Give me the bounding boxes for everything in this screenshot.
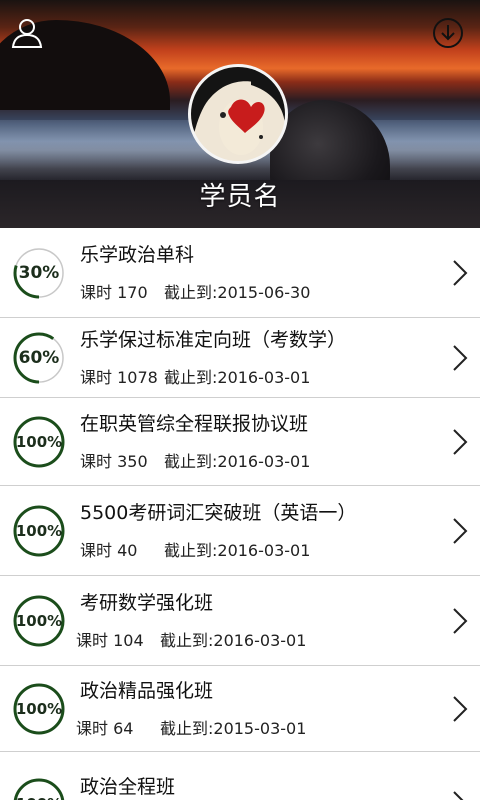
chevron-right-icon[interactable] [452,259,468,287]
progress-ring: 100% [12,594,66,648]
progress-ring: 100% [12,415,66,469]
course-item[interactable]: 60% 乐学保过标准定向班（考数学） 课时 1078 截止到:2016-03-01 [0,318,480,398]
progress-label: 30% [18,263,60,283]
course-title: 考研数学强化班 [80,592,214,614]
download-icon[interactable] [432,17,464,49]
avatar[interactable] [188,64,288,164]
chevron-right-icon[interactable] [452,695,468,723]
course-title: 在职英管综全程联报协议班 [80,413,309,435]
course-hours: 课时 64 [76,719,134,738]
chevron-right-icon[interactable] [452,517,468,545]
course-deadline: 截止到:2016-03-01 [160,631,307,650]
course-deadline: 截止到:2015-03-01 [160,719,307,738]
course-meta: 课时 104 截止到:2016-03-01 [76,627,306,651]
course-hours: 课时 1078 [80,368,158,387]
progress-ring: 30% [12,246,66,300]
progress-ring: 100% [12,682,66,736]
course-meta: 课时 40 截止到:2016-03-01 [80,537,310,561]
chevron-right-icon[interactable] [452,607,468,635]
progress-ring: 100% [12,504,66,558]
course-deadline: 截止到:2015-06-30 [164,283,311,302]
course-item[interactable]: 100% 政治精品强化班课时 64 截止到:2015-03-01 [0,666,480,752]
chevron-right-icon[interactable] [452,428,468,456]
course-title: 5500考研词汇突破班（英语一） [80,502,357,524]
course-hours: 课时 350 [80,452,148,471]
course-title: 政治全程班 [80,776,176,798]
avatar-image [191,67,285,161]
course-meta: 课时 170 截止到:2015-06-30 [80,279,310,303]
course-title: 政治精品强化班 [80,680,214,702]
profile-header: 学员名 [0,0,480,228]
course-item[interactable]: 100% 在职英管综全程联报协议班 课时 350 截止到:2016-03-01 [0,398,480,486]
progress-label: 100% [15,433,63,451]
student-name: 学员名 [199,182,281,212]
course-title: 乐学政治单科 [80,244,195,266]
course-meta: 课时 350 截止到:2016-03-01 [80,448,310,472]
course-hours: 课时 170 [80,283,148,302]
course-item[interactable]: 100% 5500考研词汇突破班（英语一） 课时 40 截止到:2016-03-01 [0,486,480,576]
course-item[interactable]: 30% 乐学政治单科 课时 170 截止到:2015-06-30 [0,228,480,318]
progress-label: 100% [15,700,63,718]
progress-ring: 60% [12,331,66,385]
course-deadline: 截止到:2016-03-01 [164,452,311,471]
course-meta: 课时 64 截止到:2015-03-01 [76,715,306,739]
course-deadline: 截止到:2016-03-01 [164,541,311,560]
course-item[interactable]: 100% 政治全程班 [0,752,480,800]
course-hours: 课时 40 [80,541,138,560]
chevron-right-icon[interactable] [452,344,468,372]
progress-label: 60% [18,348,60,368]
course-meta: 课时 1078 截止到:2016-03-01 [80,364,310,388]
course-deadline: 截止到:2016-03-01 [164,368,311,387]
progress-label: 100% [15,522,63,540]
profile-icon[interactable] [10,16,44,50]
progress-label: 100% [12,777,66,800]
course-hours: 课时 104 [76,631,144,650]
progress-ring: 100% [12,777,66,800]
progress-label: 100% [15,612,63,630]
course-title: 乐学保过标准定向班（考数学） [80,329,347,351]
course-item[interactable]: 100% 考研数学强化班课时 104 截止到:2016-03-01 [0,576,480,666]
chevron-right-icon[interactable] [452,790,468,800]
